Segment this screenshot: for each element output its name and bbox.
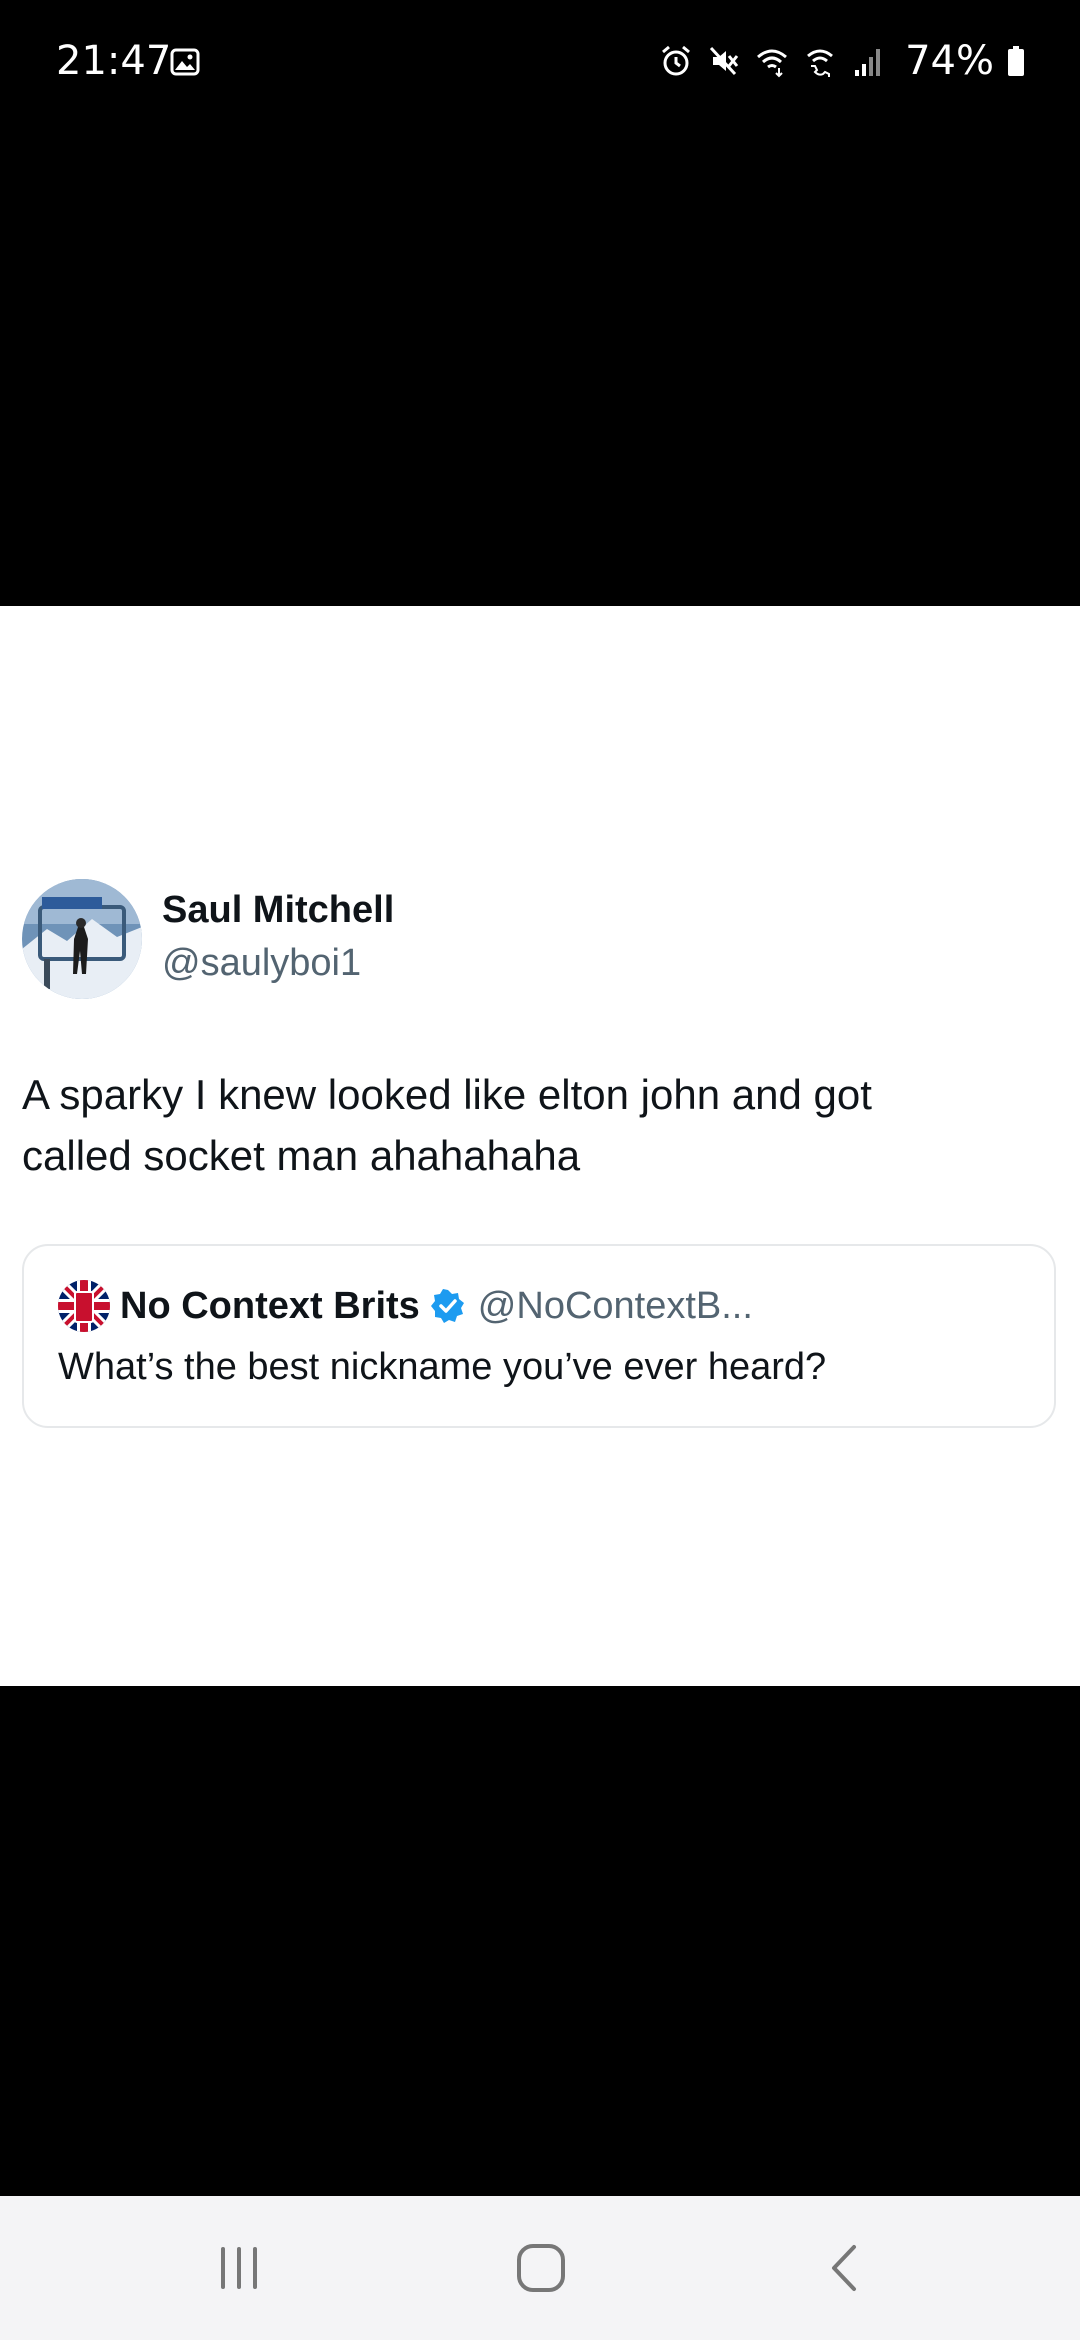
home-icon [517,2244,565,2292]
quoted-tweet[interactable]: No Context Brits @NoContextB... What’s t… [22,1244,1056,1428]
screen: 21:47 74% Saul Mitchell @saulyboi1 A spa… [0,0,1080,2340]
wifi-call-icon [807,49,834,77]
alarm-icon [662,45,691,76]
quote-author-name[interactable]: No Context Brits [120,1285,420,1328]
back-button[interactable] [800,2226,890,2310]
recents-icon [221,2247,257,2289]
quote-author-avatar[interactable] [58,1280,110,1332]
author-avatar[interactable] [22,879,142,999]
back-icon [832,2245,856,2291]
quote-author-handle[interactable]: @NoContextB... [478,1285,753,1328]
union-flag-avatar [58,1280,110,1332]
tweet-text-line: called socket man ahahahaha [22,1132,581,1179]
tweet-card[interactable]: Saul Mitchell @saulyboi1 A sparky I knew… [0,606,1080,1686]
tweet-text: A sparky I knew looked like elton john a… [22,1064,1052,1186]
wifi-icon [757,49,788,78]
quote-header: No Context Brits @NoContextB... [120,1280,753,1332]
status-bar: 21:47 74% [0,0,1080,130]
battery-percent: 74% [905,38,994,84]
gallery-icon [170,48,200,76]
recents-button[interactable] [194,2226,284,2310]
battery-icon [1008,46,1024,76]
quote-text: What’s the best nickname you’ve ever hea… [58,1346,827,1388]
verified-badge-icon [430,1289,464,1323]
mute-icon [709,46,739,76]
tweet-text-line: A sparky I knew looked like elton john a… [22,1071,872,1118]
home-button[interactable] [496,2226,586,2310]
avatar-image [22,879,142,999]
status-time: 21:47 [56,38,172,84]
author-handle[interactable]: @saulyboi1 [162,942,361,985]
status-icons: 74% [659,36,1024,86]
signal-icon [855,49,881,76]
navigation-bar [0,2196,1080,2340]
author-name[interactable]: Saul Mitchell [162,889,394,932]
